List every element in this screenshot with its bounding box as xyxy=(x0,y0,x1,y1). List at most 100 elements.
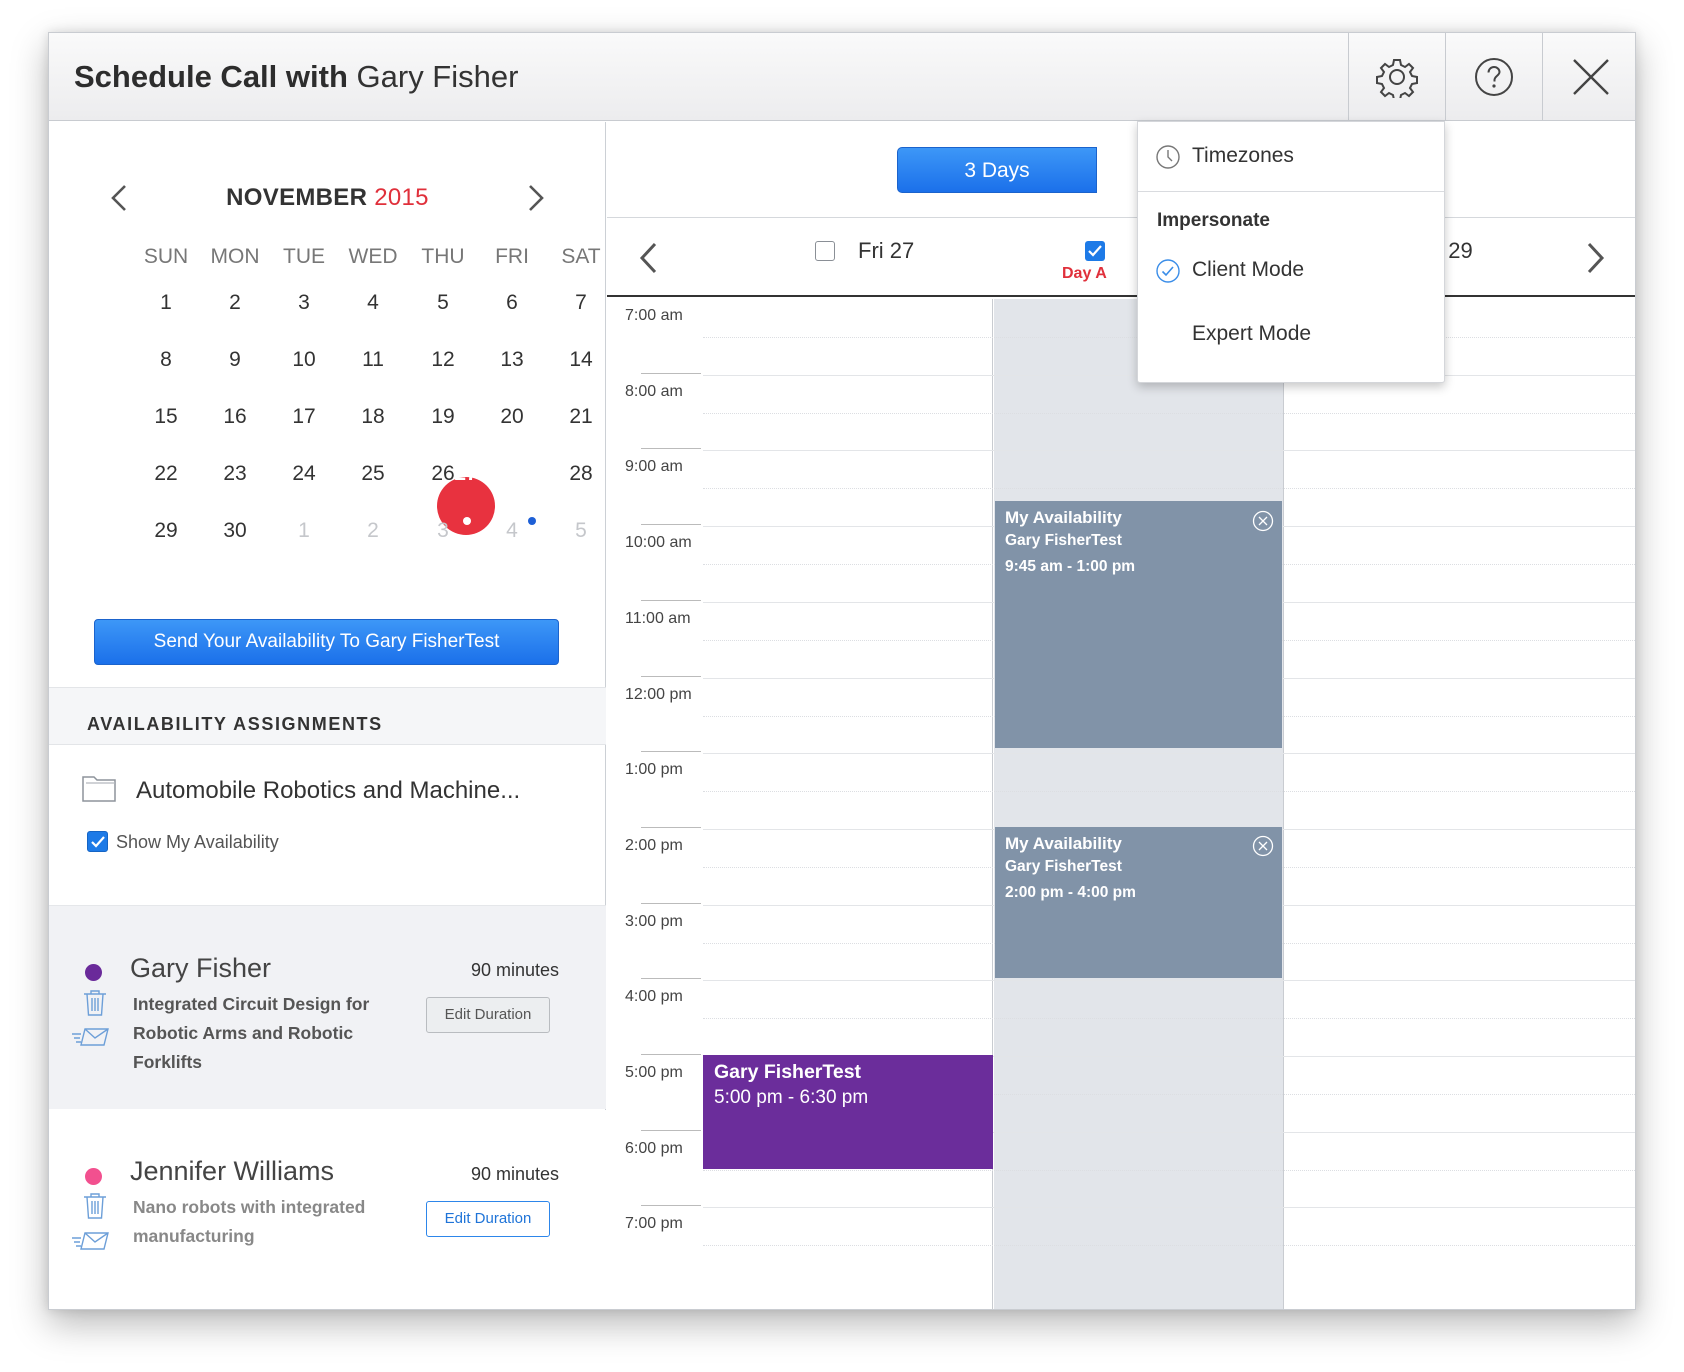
time-label: 5:00 pm xyxy=(625,1064,683,1081)
event-time: 2:00 pm - 4:00 pm xyxy=(1005,884,1136,901)
availability-event[interactable]: My Availability Gary FisherTest 9:45 am … xyxy=(995,501,1282,748)
time-tick xyxy=(641,978,701,979)
edit-duration-button[interactable]: Edit Duration xyxy=(426,997,550,1033)
weekday-label: WED xyxy=(348,245,398,268)
remove-event-icon[interactable] xyxy=(1252,510,1274,537)
calendar-day-next-month[interactable]: 1 xyxy=(269,519,339,543)
calendar-day[interactable]: 29 xyxy=(131,519,201,543)
show-availability-checkbox[interactable] xyxy=(87,831,108,852)
topic-description: Nano robots with integrated manufacturin… xyxy=(133,1197,366,1246)
person-color-dot xyxy=(85,1168,102,1185)
calendar-day[interactable]: 11 xyxy=(338,348,408,372)
event-title: My Availability xyxy=(1005,834,1122,853)
calendar-day[interactable]: 4 xyxy=(338,291,408,315)
time-tick xyxy=(641,1205,701,1206)
hour-line xyxy=(703,1207,1635,1208)
calendar-day[interactable]: 16 xyxy=(200,405,270,429)
calendar-day[interactable]: 17 xyxy=(269,405,339,429)
time-label: 4:00 pm xyxy=(625,988,683,1005)
weekday-label: FRI xyxy=(495,245,529,268)
calendar-day-selected[interactable]: 27 xyxy=(431,462,501,486)
calendar-day[interactable]: 24 xyxy=(269,462,339,486)
weekday-label: MON xyxy=(210,245,260,268)
close-button[interactable] xyxy=(1542,33,1635,121)
check-circle-icon xyxy=(1155,258,1181,289)
calendar-day[interactable]: 5 xyxy=(408,291,478,315)
chevron-right-icon xyxy=(1587,242,1605,274)
hour-line xyxy=(703,753,1635,754)
booked-call-event[interactable]: Gary FisherTest 5:00 pm - 6:30 pm xyxy=(703,1055,993,1169)
event-title: My Availability xyxy=(1005,508,1122,527)
calendar-day[interactable]: 20 xyxy=(477,405,547,429)
remove-event-icon[interactable] xyxy=(1252,835,1274,862)
event-dot xyxy=(463,517,471,525)
time-tick xyxy=(641,600,701,601)
menu-item-expert-mode[interactable]: Expert Mode xyxy=(1192,322,1311,346)
calendar-day[interactable]: 22 xyxy=(131,462,201,486)
calendar-day-next-month[interactable]: 2 xyxy=(338,519,408,543)
chevron-left-icon xyxy=(639,242,657,274)
dialog-title-name: Gary Fisher xyxy=(356,59,519,94)
calendar-day[interactable]: 12 xyxy=(408,348,478,372)
calendar-day[interactable]: 30 xyxy=(200,519,270,543)
calendar-day[interactable]: 19 xyxy=(408,405,478,429)
half-hour-line xyxy=(703,1170,1635,1171)
calendar-day[interactable]: 8 xyxy=(131,348,201,372)
folder-icon xyxy=(81,772,119,809)
calendar-day[interactable]: 18 xyxy=(338,405,408,429)
time-tick xyxy=(641,373,701,374)
day-label: Fri 27 xyxy=(858,238,915,263)
calendar-day[interactable]: 6 xyxy=(477,291,547,315)
hour-line xyxy=(703,450,1635,451)
send-availability-button[interactable]: Send Your Availability To Gary FisherTes… xyxy=(94,619,559,665)
settings-menu: Timezones Impersonate Client Mode Expert… xyxy=(1137,121,1445,383)
calendar-day[interactable]: 14 xyxy=(546,348,616,372)
day-sub-label: Day A xyxy=(1062,265,1107,282)
edit-duration-button[interactable]: Edit Duration xyxy=(426,1201,550,1237)
next-days-button[interactable] xyxy=(1585,241,1607,280)
show-availability-label[interactable]: Show My Availability xyxy=(116,832,279,853)
calendar-day-next-month[interactable]: 4 xyxy=(477,519,547,543)
view-3-days-button[interactable]: 3 Days xyxy=(897,147,1097,193)
send-mail-icon[interactable] xyxy=(71,1230,111,1257)
menu-item-client-mode[interactable]: Client Mode xyxy=(1192,258,1304,282)
time-tick xyxy=(641,751,701,752)
calendar-day[interactable]: 15 xyxy=(131,405,201,429)
calendar-day[interactable]: 28 xyxy=(546,462,616,486)
trash-icon[interactable] xyxy=(82,1192,108,1225)
calendar-day[interactable]: 21 xyxy=(546,405,616,429)
half-hour-line xyxy=(703,791,1635,792)
time-grid: 7:00 am 8:00 am 9:00 am 10:00 am 11:00 am 12:… xyxy=(607,299,1635,1309)
day-header-row: Fri 27 Day A Sun 29 xyxy=(607,219,1635,297)
calendar-day[interactable]: 10 xyxy=(269,348,339,372)
time-label: 2:00 pm xyxy=(625,837,683,854)
menu-item-timezones[interactable]: Timezones xyxy=(1192,144,1294,168)
trash-icon[interactable] xyxy=(82,989,108,1022)
event-person: Gary FisherTest xyxy=(1005,532,1122,549)
day-checkbox-checked[interactable] xyxy=(1085,241,1105,261)
assignment-card[interactable]: Jennifer Williams 90 minutes Nano robots… xyxy=(49,1110,606,1309)
help-button[interactable] xyxy=(1445,33,1542,121)
send-mail-icon[interactable] xyxy=(71,1026,111,1053)
calendar-day[interactable]: 3 xyxy=(269,291,339,315)
calendar-day[interactable]: 25 xyxy=(338,462,408,486)
menu-section-impersonate: Impersonate xyxy=(1157,210,1270,231)
checkmark-icon xyxy=(91,836,105,848)
calendar-day-next-month[interactable]: 5 xyxy=(546,519,616,543)
calendar-day[interactable]: 2 xyxy=(200,291,270,315)
settings-button[interactable] xyxy=(1348,33,1445,121)
calendar-day[interactable]: 7 xyxy=(546,291,616,315)
prev-days-button[interactable] xyxy=(637,241,659,280)
calendar-day[interactable]: 1 xyxy=(131,291,201,315)
assignment-card[interactable]: Gary Fisher 90 minutes Integrated Circui… xyxy=(49,905,606,1109)
project-title[interactable]: Automobile Robotics and Machine... xyxy=(136,777,520,805)
next-month-button[interactable] xyxy=(518,178,554,218)
calendar-day[interactable]: 23 xyxy=(200,462,270,486)
day-checkbox[interactable] xyxy=(815,241,835,261)
event-time: 5:00 pm - 6:30 pm xyxy=(714,1087,869,1108)
time-label: 9:00 am xyxy=(625,458,683,475)
availability-event[interactable]: My Availability Gary FisherTest 2:00 pm … xyxy=(995,827,1282,978)
calendar-day[interactable]: 13 xyxy=(477,348,547,372)
calendar-day[interactable]: 9 xyxy=(200,348,270,372)
time-label: 11:00 am xyxy=(625,610,691,627)
